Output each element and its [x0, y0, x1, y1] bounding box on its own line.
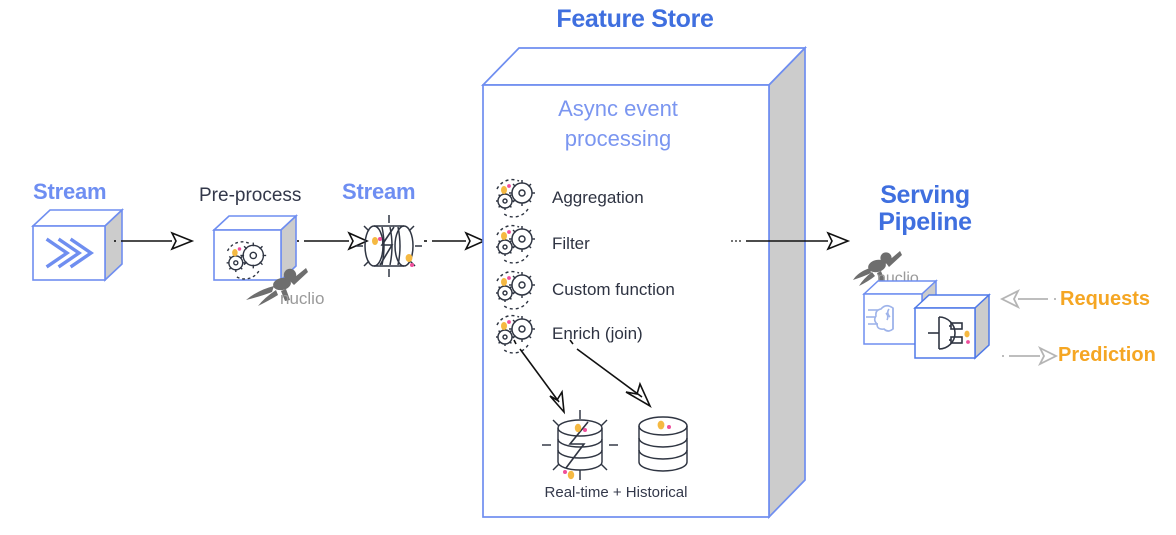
operation-row[interactable]: Aggregation — [492, 176, 644, 221]
operation-row[interactable]: Custom function — [492, 268, 675, 313]
prediction-arrow — [1000, 343, 1059, 374]
operation-label: Filter — [552, 234, 590, 254]
stream-source-label: Stream — [33, 179, 107, 204]
operation-label: Custom function — [552, 280, 675, 300]
storage-caption: Real-time + Historical — [544, 484, 688, 501]
serving-pipeline-label-line1: Serving — [880, 181, 970, 209]
gears-icon — [492, 176, 540, 221]
nuclio-wordmark: nuclio — [280, 289, 324, 308]
requests-label: Requests — [1060, 288, 1151, 310]
page-title: Feature Store — [556, 5, 714, 33]
arrow-featurestore-to-serving — [730, 228, 851, 259]
feature-store-inner-title: Async event processing — [558, 96, 678, 151]
nuclio-badge-preprocess: nuclio — [228, 262, 338, 315]
pre-process-label: Pre-process — [199, 185, 302, 206]
requests-arrow — [999, 286, 1058, 317]
realtime-database[interactable] — [540, 408, 620, 489]
database-lightning-icon — [542, 410, 618, 480]
stream-processed-label: Stream — [342, 179, 416, 204]
operation-row[interactable]: Filter — [492, 222, 590, 267]
prediction-label: Prediction — [1058, 344, 1156, 366]
historical-database[interactable] — [632, 414, 694, 481]
stream-cube-icon — [30, 208, 125, 282]
stream-processed-node[interactable] — [352, 213, 432, 284]
operation-label: Aggregation — [552, 188, 644, 208]
api-box[interactable] — [911, 292, 993, 377]
serving-pipeline-label-line2: Pipeline — [878, 208, 972, 236]
stream-cylinder-icon — [356, 215, 422, 277]
arrow-stream-to-preprocess — [114, 228, 195, 259]
gears-icon — [492, 268, 540, 313]
gears-icon — [492, 222, 540, 267]
stream-source-node[interactable] — [26, 206, 125, 293]
